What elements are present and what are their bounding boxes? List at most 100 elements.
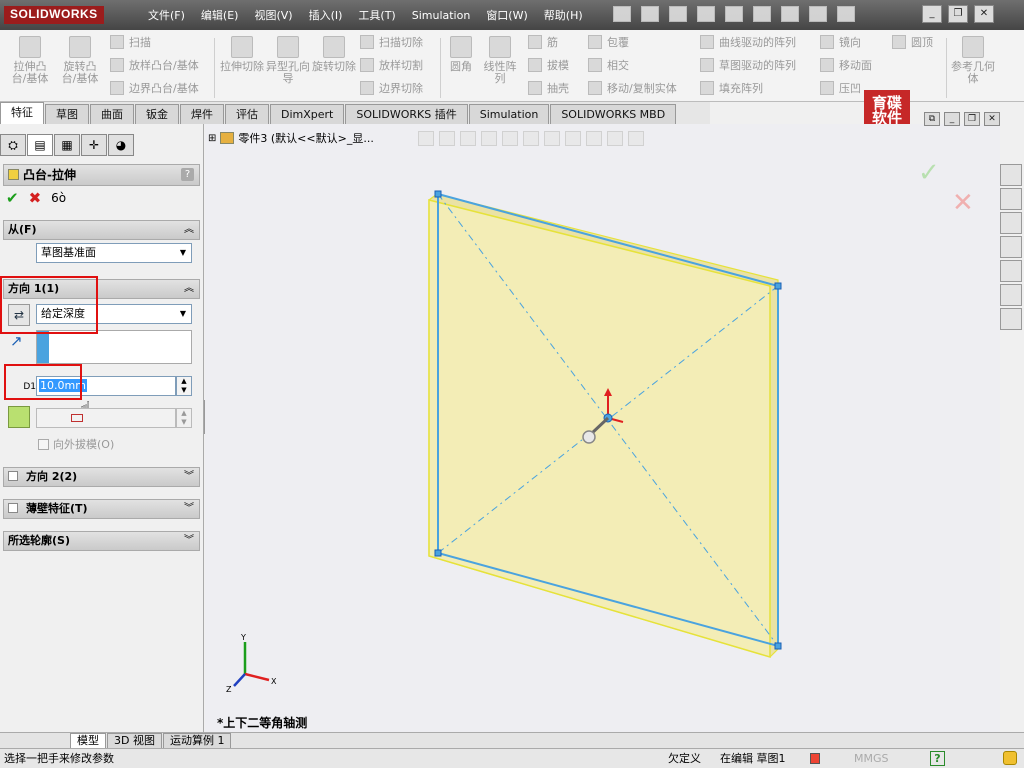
indent-button[interactable]: 压凹 <box>820 78 861 98</box>
mirror-button[interactable]: 镜向 <box>820 32 861 52</box>
menu-insert[interactable]: 插入(I) <box>301 7 351 23</box>
options-icon[interactable] <box>809 6 827 22</box>
notification-icon[interactable] <box>1003 751 1017 765</box>
dimxpert-manager-icon[interactable]: ✛ <box>81 134 107 156</box>
display-manager-icon[interactable]: ◕ <box>108 134 134 156</box>
feature-tree-icon[interactable]: ⛭ <box>0 134 26 156</box>
boundary-boss-button[interactable]: 边界凸台/基体 <box>110 78 199 98</box>
save-icon[interactable] <box>669 6 687 22</box>
property-manager-icon[interactable]: ▤ <box>27 134 53 156</box>
status-units[interactable]: MMGS <box>854 749 889 768</box>
thin-feature-group-header[interactable]: 薄壁特征(T) ︾ <box>3 499 200 519</box>
ok-check-icon[interactable]: ✔ <box>6 189 19 207</box>
sketch-corner-point[interactable] <box>774 642 782 650</box>
forum-icon[interactable] <box>1000 308 1022 330</box>
draft-outward-checkbox[interactable] <box>38 438 49 450</box>
preview-glasses-icon[interactable]: 6ò <box>51 191 66 205</box>
tab-evaluate[interactable]: 评估 <box>225 104 269 124</box>
curve-pattern-button[interactable]: 曲线驱动的阵列 <box>700 32 796 52</box>
tab-3d-view[interactable]: 3D 视图 <box>107 733 162 748</box>
fill-pattern-button[interactable]: 填充阵列 <box>700 78 763 98</box>
menu-window[interactable]: 窗口(W) <box>478 7 535 23</box>
move-face-button[interactable]: 移动面 <box>820 55 872 75</box>
home-icon[interactable] <box>1000 164 1022 186</box>
direction2-group-header[interactable]: 方向 2(2) ︾ <box>3 467 200 487</box>
shell-button[interactable]: 抽壳 <box>528 78 569 98</box>
hole-wizard-button[interactable]: 异型孔向导 <box>266 34 310 85</box>
tab-features[interactable]: 特征 <box>0 102 44 124</box>
extrude-drag-handle[interactable] <box>582 430 596 444</box>
sketch-corner-point[interactable] <box>434 190 442 198</box>
view-palette-icon[interactable] <box>1000 236 1022 258</box>
boundary-cut-button[interactable]: 边界切除 <box>360 78 423 98</box>
tab-sketch[interactable]: 草图 <box>45 104 89 124</box>
draft-outward-option[interactable]: 向外拔模(O) <box>38 436 114 452</box>
selected-contours-group-header[interactable]: 所选轮廓(S) ︾ <box>3 531 200 551</box>
undo-icon[interactable] <box>725 6 743 22</box>
tab-dimxpert[interactable]: DimXpert <box>270 104 345 124</box>
menu-view[interactable]: 视图(V) <box>246 7 300 23</box>
cancel-x-icon[interactable]: ✖ <box>29 189 42 207</box>
extrude-boss-button[interactable]: 拉伸凸台/基体 <box>8 34 52 85</box>
draft-spin-button[interactable]: ▲ ▼ <box>176 408 192 428</box>
tab-simulation[interactable]: Simulation <box>468 104 550 124</box>
print-icon[interactable] <box>697 6 715 22</box>
dome-button[interactable]: 圆顶 <box>892 32 933 52</box>
menu-edit[interactable]: 编辑(E) <box>193 7 247 23</box>
rib-button[interactable]: 筋 <box>528 32 558 52</box>
close-button[interactable]: ✕ <box>974 5 994 23</box>
wrap-button[interactable]: 包覆 <box>588 32 629 52</box>
draft-button[interactable]: 拔模 <box>528 55 569 75</box>
help-icon[interactable] <box>837 6 855 22</box>
restore-button[interactable]: ❐ <box>948 5 968 23</box>
open-file-icon[interactable] <box>641 6 659 22</box>
fillet-button[interactable]: 圆角 <box>444 34 478 73</box>
file-explorer-icon[interactable] <box>1000 212 1022 234</box>
menu-help[interactable]: 帮助(H) <box>536 7 591 23</box>
sweep-cut-button[interactable]: 扫描切除 <box>360 32 423 52</box>
from-start-condition-select[interactable]: 草图基准面 ▼ <box>36 243 192 263</box>
rebuild-status-icon[interactable] <box>810 753 820 764</box>
custom-properties-icon[interactable] <box>1000 284 1022 306</box>
loft-boss-button[interactable]: 放样凸台/基体 <box>110 55 199 75</box>
appearances-icon[interactable] <box>1000 260 1022 282</box>
sketch-corner-point[interactable] <box>774 282 782 290</box>
minimize-button[interactable]: _ <box>922 5 942 23</box>
help-question-button[interactable]: ? <box>181 168 194 181</box>
status-help-button[interactable]: ? <box>930 751 945 766</box>
tab-sheet-metal[interactable]: 钣金 <box>135 104 179 124</box>
direction-reference-list[interactable] <box>36 330 192 364</box>
revolve-cut-button[interactable]: 旋转切除 <box>312 34 356 73</box>
design-library-icon[interactable] <box>1000 188 1022 210</box>
move-copy-button[interactable]: 移动/复制实体 <box>588 78 677 98</box>
select-icon[interactable] <box>753 6 771 22</box>
sweep-button[interactable]: 扫描 <box>110 32 151 52</box>
linear-pattern-button[interactable]: 线性阵列 <box>480 34 520 85</box>
sketch-pattern-button[interactable]: 草图驱动的阵列 <box>700 55 796 75</box>
menu-file[interactable]: 文件(F) <box>140 7 193 23</box>
rebuild-icon[interactable] <box>781 6 799 22</box>
tab-motion-study[interactable]: 运动算例 1 <box>162 733 232 748</box>
loft-cut-button[interactable]: 放样切割 <box>360 55 423 75</box>
direction2-checkbox[interactable] <box>8 471 18 481</box>
draft-angle-input[interactable] <box>36 408 176 428</box>
sketch-corner-point[interactable] <box>434 549 442 557</box>
tab-surfaces[interactable]: 曲面 <box>90 104 134 124</box>
thin-feature-checkbox[interactable] <box>8 503 18 513</box>
tab-model[interactable]: 模型 <box>70 733 106 748</box>
menu-tools[interactable]: 工具(T) <box>350 7 403 23</box>
depth-spin-button[interactable]: ▲ ▼ <box>176 376 192 396</box>
ref-geometry-button[interactable]: 参考几何体 <box>950 34 996 85</box>
extrude-cut-button[interactable]: 拉伸切除 <box>220 34 264 73</box>
new-file-icon[interactable] <box>613 6 631 22</box>
tab-mbd[interactable]: SOLIDWORKS MBD <box>550 104 677 124</box>
from-group-header[interactable]: 从(F) ︽ <box>3 220 200 240</box>
intersect-button[interactable]: 相交 <box>588 55 629 75</box>
tab-addins[interactable]: SOLIDWORKS 插件 <box>345 104 468 124</box>
tab-weldments[interactable]: 焊件 <box>180 104 224 124</box>
revolve-boss-button[interactable]: 旋转凸台/基体 <box>58 34 102 85</box>
draft-icon <box>528 58 542 72</box>
menu-simulation[interactable]: Simulation <box>404 9 479 22</box>
configuration-manager-icon[interactable]: ▦ <box>54 134 80 156</box>
draft-toggle-button[interactable] <box>8 406 30 428</box>
